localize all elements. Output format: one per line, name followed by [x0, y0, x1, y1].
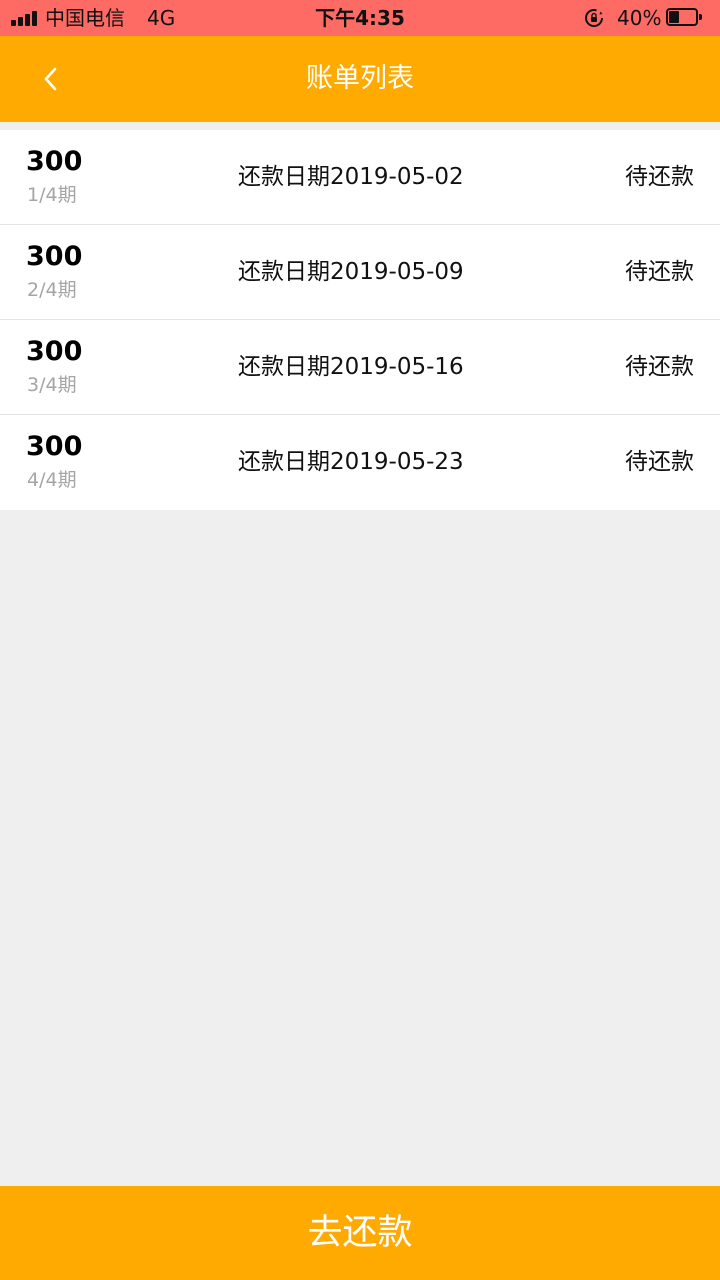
rotation-lock-icon [585, 9, 603, 27]
bill-row[interactable]: 300 4/4期 还款日期2019-05-23 待还款 [0, 415, 720, 510]
bill-period: 1/4期 [27, 184, 77, 206]
bill-list: 300 1/4期 还款日期2019-05-02 待还款 300 2/4期 还款日期2019-… [0, 130, 720, 510]
bill-row[interactable]: 300 3/4期 还款日期2019-05-16 待还款 [0, 320, 720, 415]
bill-due-date: 还款日期2019-05-02 [238, 164, 464, 190]
bill-row[interactable]: 300 2/4期 还款日期2019-05-09 待还款 [0, 225, 720, 320]
bill-period: 3/4期 [27, 374, 77, 396]
bill-amount: 300 [26, 431, 83, 462]
status-time: 下午4:35 [315, 6, 405, 30]
nav-bar: 账单列表 [0, 36, 720, 122]
bill-period: 2/4期 [27, 279, 77, 301]
battery-icon [666, 8, 702, 26]
bill-amount: 300 [26, 241, 83, 272]
bill-amount: 300 [26, 146, 83, 177]
bill-period: 4/4期 [27, 469, 77, 491]
pay-button[interactable]: 去还款 [0, 1186, 720, 1280]
bill-row[interactable]: 300 1/4期 还款日期2019-05-02 待还款 [0, 130, 720, 225]
battery-percent: 40% [617, 6, 662, 30]
bill-status: 待还款 [625, 354, 694, 380]
bill-status: 待还款 [625, 164, 694, 190]
bill-due-date: 还款日期2019-05-09 [238, 259, 464, 285]
bill-status: 待还款 [625, 449, 694, 475]
page-title: 账单列表 [306, 63, 414, 94]
status-bar: 中国电信 4G 下午4:35 40% [0, 0, 720, 36]
bill-amount: 300 [26, 336, 83, 367]
bill-status: 待还款 [625, 259, 694, 285]
bill-due-date: 还款日期2019-05-23 [238, 449, 464, 475]
bill-due-date: 还款日期2019-05-16 [238, 354, 464, 380]
